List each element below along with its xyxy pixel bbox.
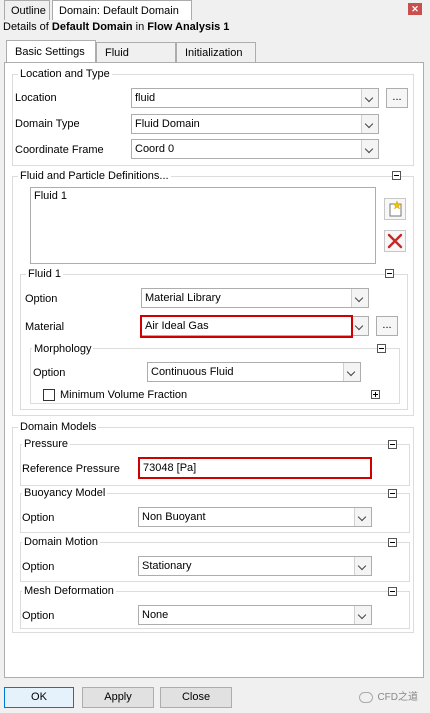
material-value: Air Ideal Gas (145, 320, 209, 332)
collapse-icon[interactable] (388, 440, 397, 449)
fluid1-title: Fluid 1 (26, 268, 64, 280)
details-analysis: Flow Analysis 1 (147, 21, 230, 33)
min-volume-fraction-checkbox[interactable] (43, 389, 55, 401)
chevron-down-icon (343, 363, 360, 381)
details-domain: Default Domain (51, 21, 133, 33)
collapse-icon[interactable] (388, 489, 397, 498)
chevron-down-icon (351, 289, 368, 307)
buoyancy-option-label: Option (22, 512, 55, 524)
tab-basic-settings[interactable]: Basic Settings (6, 40, 96, 63)
tab-initialization-label: Initialization (185, 47, 243, 59)
fluid1-option-select[interactable]: Material Library (141, 288, 369, 308)
location-select[interactable]: fluid (131, 88, 379, 108)
watermark: CFD之道 (359, 688, 418, 703)
domain-models-title: Domain Models (18, 421, 99, 433)
details-prefix: Details of (3, 21, 52, 33)
tab-fluid-models[interactable]: Fluid Models (96, 42, 176, 79)
chevron-down-icon (354, 557, 371, 575)
min-volume-fraction-label: Minimum Volume Fraction (60, 389, 188, 401)
buoyancy-option-select[interactable]: Non Buoyant (138, 507, 372, 527)
tab-initialization[interactable]: Initialization (176, 42, 256, 62)
motion-option-value: Stationary (142, 560, 192, 572)
domain-type-select[interactable]: Fluid Domain (131, 114, 379, 134)
domain-motion-title: Domain Motion (22, 536, 100, 548)
material-browse-button[interactable]: ... (376, 316, 398, 336)
location-value: fluid (135, 92, 156, 104)
chevron-down-icon (351, 317, 368, 335)
tab-basic-settings-label: Basic Settings (15, 46, 85, 58)
pressure-title: Pressure (22, 438, 71, 450)
domain-type-label: Domain Type (15, 118, 80, 130)
material-label: Material (25, 321, 65, 333)
details-header: Details of Default Domain in Flow Analys… (3, 21, 229, 33)
tab-domain-label: Domain: Default Domain (59, 5, 179, 17)
motion-option-label: Option (22, 561, 55, 573)
chevron-down-icon (354, 606, 371, 624)
delete-icon[interactable] (384, 230, 406, 252)
details-middle: in (132, 21, 148, 33)
tab-outline[interactable]: Outline (4, 0, 50, 20)
expand-icon[interactable] (371, 390, 380, 399)
chevron-down-icon (361, 115, 378, 133)
collapse-icon[interactable] (377, 344, 386, 353)
reference-pressure-input[interactable]: 73048 [Pa] (138, 457, 372, 479)
domain-type-value: Fluid Domain (135, 118, 200, 130)
motion-option-select[interactable]: Stationary (138, 556, 372, 576)
chevron-down-icon (361, 89, 378, 107)
watermark-text: CFD之道 (377, 692, 418, 703)
reference-pressure-value: 73048 [Pa] (143, 462, 197, 474)
close-button[interactable]: Close (160, 687, 232, 708)
collapse-icon[interactable] (392, 171, 401, 180)
chevron-down-icon (354, 508, 371, 526)
new-item-icon[interactable] (384, 198, 406, 220)
tab-domain[interactable]: Domain: Default Domain (52, 0, 192, 20)
close-icon[interactable]: ✕ (408, 3, 422, 15)
fluid1-option-label: Option (25, 293, 58, 305)
location-type-title: Location and Type (18, 68, 112, 80)
collapse-icon[interactable] (388, 538, 397, 547)
reference-pressure-label: Reference Pressure (22, 463, 120, 475)
mesh-option-value: None (142, 609, 169, 621)
apply-button[interactable]: Apply (82, 687, 154, 708)
mesh-option-select[interactable]: None (138, 605, 372, 625)
coord-frame-select[interactable]: Coord 0 (131, 139, 379, 159)
mesh-deformation-title: Mesh Deformation (22, 585, 116, 597)
coord-frame-label: Coordinate Frame (15, 144, 104, 156)
collapse-icon[interactable] (385, 269, 394, 278)
location-label: Location (15, 92, 57, 104)
material-select[interactable]: Air Ideal Gas (141, 316, 369, 336)
morphology-option-value: Continuous Fluid (151, 366, 234, 378)
chevron-down-icon (361, 140, 378, 158)
mesh-option-label: Option (22, 610, 55, 622)
fluid1-option-value: Material Library (145, 292, 221, 304)
buoyancy-option-value: Non Buoyant (142, 511, 206, 523)
coord-frame-value: Coord 0 (135, 143, 175, 155)
fluid-defs-title: Fluid and Particle Definitions... (18, 170, 171, 182)
morphology-title: Morphology (32, 343, 94, 355)
location-browse-button[interactable]: ... (386, 88, 408, 108)
morphology-option-select[interactable]: Continuous Fluid (147, 362, 361, 382)
buoyancy-title: Buoyancy Model (22, 487, 108, 499)
fluid-list[interactable]: Fluid 1 (30, 187, 376, 264)
morphology-option-label: Option (33, 367, 66, 379)
wechat-icon (359, 691, 374, 703)
list-item[interactable]: Fluid 1 (34, 190, 67, 202)
tab-outline-label: Outline (11, 5, 46, 17)
ok-button[interactable]: OK (4, 687, 74, 708)
collapse-icon[interactable] (388, 587, 397, 596)
